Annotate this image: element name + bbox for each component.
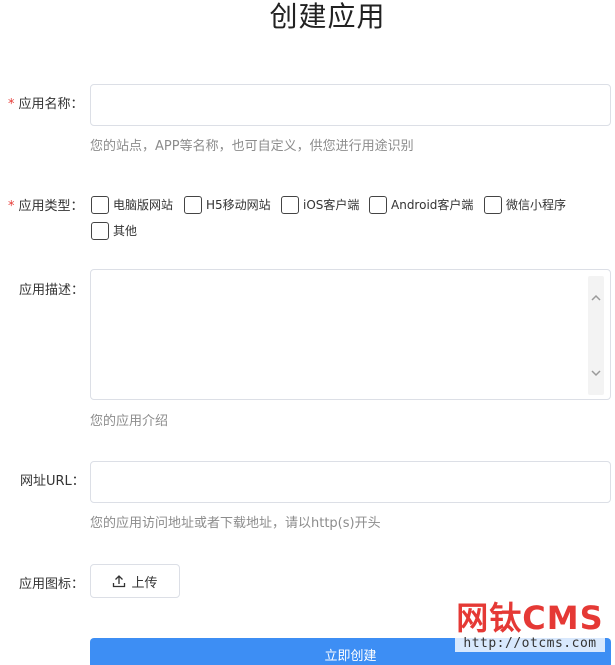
upload-button[interactable]: 上传 — [90, 564, 180, 598]
name-label: 应用名称： — [18, 97, 84, 112]
checkbox-icon[interactable] — [484, 196, 502, 214]
url-help: 您的应用访问地址或者下载地址，请以http(s)开头 — [90, 516, 381, 531]
option-label: 电脑版网站 — [113, 198, 174, 212]
name-label-wrap: * 应用名称： — [8, 96, 84, 114]
option-label: Android客户端 — [391, 198, 474, 212]
type-option-android-client[interactable]: Android客户端 — [369, 196, 473, 214]
checkbox-icon[interactable] — [91, 222, 109, 240]
url-label: 网址URL： — [20, 474, 85, 489]
description-label: 应用描述： — [19, 283, 85, 298]
type-option-h5-website[interactable]: H5移动网站 — [184, 196, 271, 214]
option-label: 其他 — [113, 224, 138, 238]
name-help: 您的站点，APP等名称，也可自定义，供您进行用途识别 — [90, 139, 414, 154]
checkbox-icon[interactable] — [369, 196, 387, 214]
required-mark: * — [8, 199, 15, 214]
checkbox-icon[interactable] — [91, 196, 109, 214]
scrollbar[interactable] — [588, 276, 604, 395]
option-label: 微信小程序 — [506, 198, 567, 212]
create-app-page: 创建应用 * 应用名称： 您的站点，APP等名称，也可自定义，供您进行用途识别 *… — [0, 0, 615, 665]
type-option-ios-client[interactable]: iOS客户端 — [281, 196, 359, 214]
description-textarea[interactable] — [90, 269, 611, 400]
watermark-url: http://otcms.com — [455, 636, 605, 652]
type-option-wechat-miniprogram[interactable]: 微信小程序 — [484, 196, 566, 214]
checkbox-icon[interactable] — [184, 196, 202, 214]
type-option-other[interactable]: 其他 — [91, 222, 137, 240]
watermark-logo: 网钛CMS — [456, 599, 604, 637]
app-name-input[interactable] — [90, 84, 611, 126]
type-label: 应用类型： — [18, 199, 84, 214]
type-option-pc-website[interactable]: 电脑版网站 — [91, 196, 173, 214]
page-title: 创建应用 — [269, 0, 386, 33]
url-input[interactable] — [90, 461, 611, 503]
option-label: H5移动网站 — [206, 198, 271, 212]
option-label: iOS客户端 — [303, 198, 360, 212]
chevron-down-icon[interactable] — [590, 367, 602, 379]
icon-label: 应用图标： — [19, 577, 85, 592]
upload-icon — [113, 575, 126, 588]
checkbox-icon[interactable] — [281, 196, 299, 214]
upload-label: 上传 — [131, 575, 158, 591]
required-mark: * — [8, 97, 15, 112]
watermark: 网钛CMS http://otcms.com — [455, 600, 605, 652]
description-help: 您的应用介绍 — [90, 414, 169, 429]
type-label-wrap: * 应用类型： — [8, 198, 84, 216]
chevron-up-icon[interactable] — [590, 292, 602, 304]
